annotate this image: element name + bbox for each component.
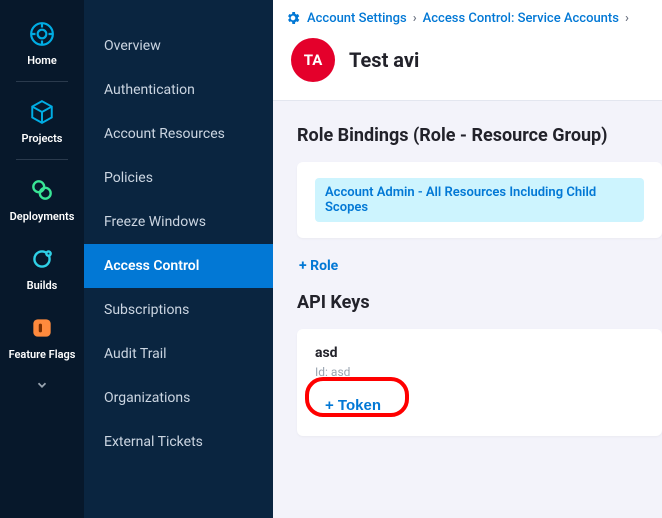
rail-item-label: Feature Flags (9, 348, 76, 361)
chevron-right-icon: › (625, 11, 629, 26)
sidebar-item-label: Organizations (104, 390, 190, 406)
sidebar-item-label: Access Control (104, 258, 199, 274)
sidebar-item-label: Overview (104, 38, 161, 54)
sidebar-item-label: Policies (104, 170, 153, 186)
add-role-button[interactable]: + Role (299, 258, 338, 274)
nav-rail: Home Projects Deployments Builds Feature… (0, 0, 84, 518)
content-area: Role Bindings (Role - Resource Group) Ac… (273, 101, 662, 450)
sidebar-item-label: Authentication (104, 82, 195, 98)
role-bindings-heading: Role Bindings (Role - Resource Group) (297, 125, 662, 146)
add-token-button[interactable]: + Token (315, 391, 391, 420)
chevron-right-icon: › (413, 11, 417, 26)
sidebar-item-subscriptions[interactable]: Subscriptions (84, 288, 273, 332)
breadcrumb-account-settings[interactable]: Account Settings (307, 11, 407, 26)
api-key-name: asd (315, 345, 644, 361)
breadcrumb-access-control[interactable]: Access Control: Service Accounts (423, 11, 619, 26)
gear-icon (285, 10, 301, 26)
sidebar-item-label: Freeze Windows (104, 214, 206, 230)
sidebar-item-account-resources[interactable]: Account Resources (84, 112, 273, 156)
rail-item-builds[interactable]: Builds (0, 235, 84, 304)
rail-separator (16, 81, 68, 82)
rail-item-label: Deployments (10, 210, 75, 223)
page-title-row: TA Test avi (285, 38, 650, 82)
sidebar-item-audit-trail[interactable]: Audit Trail (84, 332, 273, 376)
page-title: Test avi (349, 48, 419, 72)
sidebar-item-freeze-windows[interactable]: Freeze Windows (84, 200, 273, 244)
rail-expand-chevron[interactable] (35, 377, 49, 396)
rail-item-feature-flags[interactable]: Feature Flags (0, 304, 84, 373)
builds-icon (28, 245, 56, 273)
home-icon (28, 20, 56, 48)
rail-item-home[interactable]: Home (0, 10, 84, 79)
role-binding-chip[interactable]: Account Admin - All Resources Including … (315, 178, 644, 222)
api-keys-heading: API Keys (297, 292, 662, 313)
rail-separator (16, 159, 68, 160)
deployments-icon (28, 176, 56, 204)
avatar: TA (291, 38, 335, 82)
sidebar-item-overview[interactable]: Overview (84, 24, 273, 68)
sidebar-item-label: External Tickets (104, 434, 203, 450)
settings-sidebar: Overview Authentication Account Resource… (84, 0, 273, 518)
api-key-id: Id: asd (315, 365, 644, 379)
breadcrumb: Account Settings › Access Control: Servi… (285, 10, 650, 26)
main-content: Account Settings › Access Control: Servi… (273, 0, 662, 518)
sidebar-item-authentication[interactable]: Authentication (84, 68, 273, 112)
rail-item-label: Builds (27, 279, 58, 292)
cube-icon (28, 98, 56, 126)
api-key-card: asd Id: asd + Token (297, 329, 662, 436)
topbar: Account Settings › Access Control: Servi… (273, 0, 662, 101)
avatar-initials: TA (304, 51, 323, 69)
sidebar-item-external-tickets[interactable]: External Tickets (84, 420, 273, 464)
rail-item-projects[interactable]: Projects (0, 88, 84, 157)
rail-item-deployments[interactable]: Deployments (0, 166, 84, 235)
sidebar-item-access-control[interactable]: Access Control (84, 244, 273, 288)
feature-flags-icon (28, 314, 56, 342)
sidebar-item-label: Audit Trail (104, 346, 167, 362)
rail-item-label: Projects (22, 132, 63, 145)
role-bindings-card: Account Admin - All Resources Including … (297, 162, 662, 238)
sidebar-item-organizations[interactable]: Organizations (84, 376, 273, 420)
rail-item-label: Home (27, 54, 57, 67)
sidebar-item-label: Subscriptions (104, 302, 189, 318)
sidebar-item-label: Account Resources (104, 126, 225, 142)
sidebar-item-policies[interactable]: Policies (84, 156, 273, 200)
